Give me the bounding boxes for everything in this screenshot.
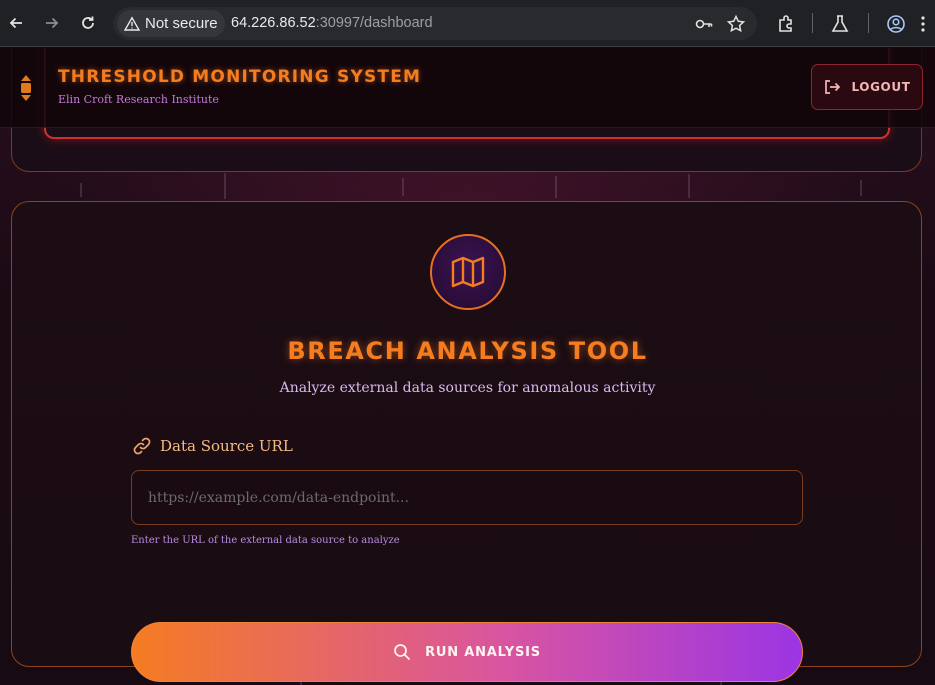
security-label: Not secure <box>145 15 218 32</box>
profile-icon[interactable] <box>886 14 906 34</box>
reload-icon <box>82 16 94 29</box>
data-source-url-input[interactable] <box>131 470 803 525</box>
rain-streak <box>688 174 690 198</box>
browser-toolbar: Not secure 64.226.86.52:30997/dashboard <box>0 0 935 47</box>
url-field-help: Enter the URL of the external data sourc… <box>131 535 400 546</box>
menu-icon[interactable] <box>920 14 926 34</box>
arrow-right-icon <box>46 17 59 29</box>
breach-analysis-card: BREACH ANALYSIS TOOL Analyze external da… <box>11 201 922 682</box>
tool-subtitle: Analyze external data sources for anomal… <box>279 380 656 396</box>
app-subtitle: Elin Croft Research Institute <box>58 93 219 106</box>
warning-icon <box>124 15 140 31</box>
arrow-left-icon <box>9 17 22 29</box>
rain-streak <box>80 183 82 197</box>
reload-button[interactable] <box>74 9 102 37</box>
rain-streak <box>860 180 862 196</box>
hourglass-icon <box>21 75 31 101</box>
address-bar[interactable]: Not secure 64.226.86.52:30997/dashboard <box>113 7 757 40</box>
toolbar-divider <box>868 13 869 33</box>
link-icon <box>133 437 151 455</box>
map-icon <box>451 256 485 288</box>
rain-streak <box>402 178 404 196</box>
url-text: 64.226.86.52:30997/dashboard <box>231 15 433 31</box>
logout-icon <box>825 80 841 94</box>
extensions-icon[interactable] <box>776 14 796 34</box>
map-badge <box>430 234 506 310</box>
url-field-label: Data Source URL <box>132 436 293 456</box>
search-icon <box>394 644 410 660</box>
key-icon[interactable] <box>694 14 714 34</box>
forward-button[interactable] <box>38 9 66 37</box>
url-host: 64.226.86.52 <box>231 15 316 31</box>
run-analysis-button[interactable]: RUN ANALYSIS <box>131 622 803 682</box>
dashboard-page: THRESHOLD MONITORING SYSTEM Elin Croft R… <box>0 48 935 685</box>
logout-label: LOGOUT <box>851 80 911 94</box>
logout-button[interactable]: LOGOUT <box>811 64 923 110</box>
flask-icon[interactable] <box>830 14 850 34</box>
app-header: THRESHOLD MONITORING SYSTEM Elin Croft R… <box>0 48 935 128</box>
star-icon[interactable] <box>726 14 746 34</box>
app-title: THRESHOLD MONITORING SYSTEM <box>58 67 422 87</box>
back-button[interactable] <box>2 9 30 37</box>
url-path: :30997/dashboard <box>315 15 433 31</box>
url-field-label-text: Data Source URL <box>160 437 293 455</box>
toolbar-divider <box>812 13 813 33</box>
security-chip[interactable]: Not secure <box>117 10 225 37</box>
rain-streak <box>224 173 226 199</box>
rain-streak <box>555 176 557 198</box>
run-analysis-label: RUN ANALYSIS <box>425 644 541 660</box>
tool-title: BREACH ANALYSIS TOOL <box>287 337 648 365</box>
